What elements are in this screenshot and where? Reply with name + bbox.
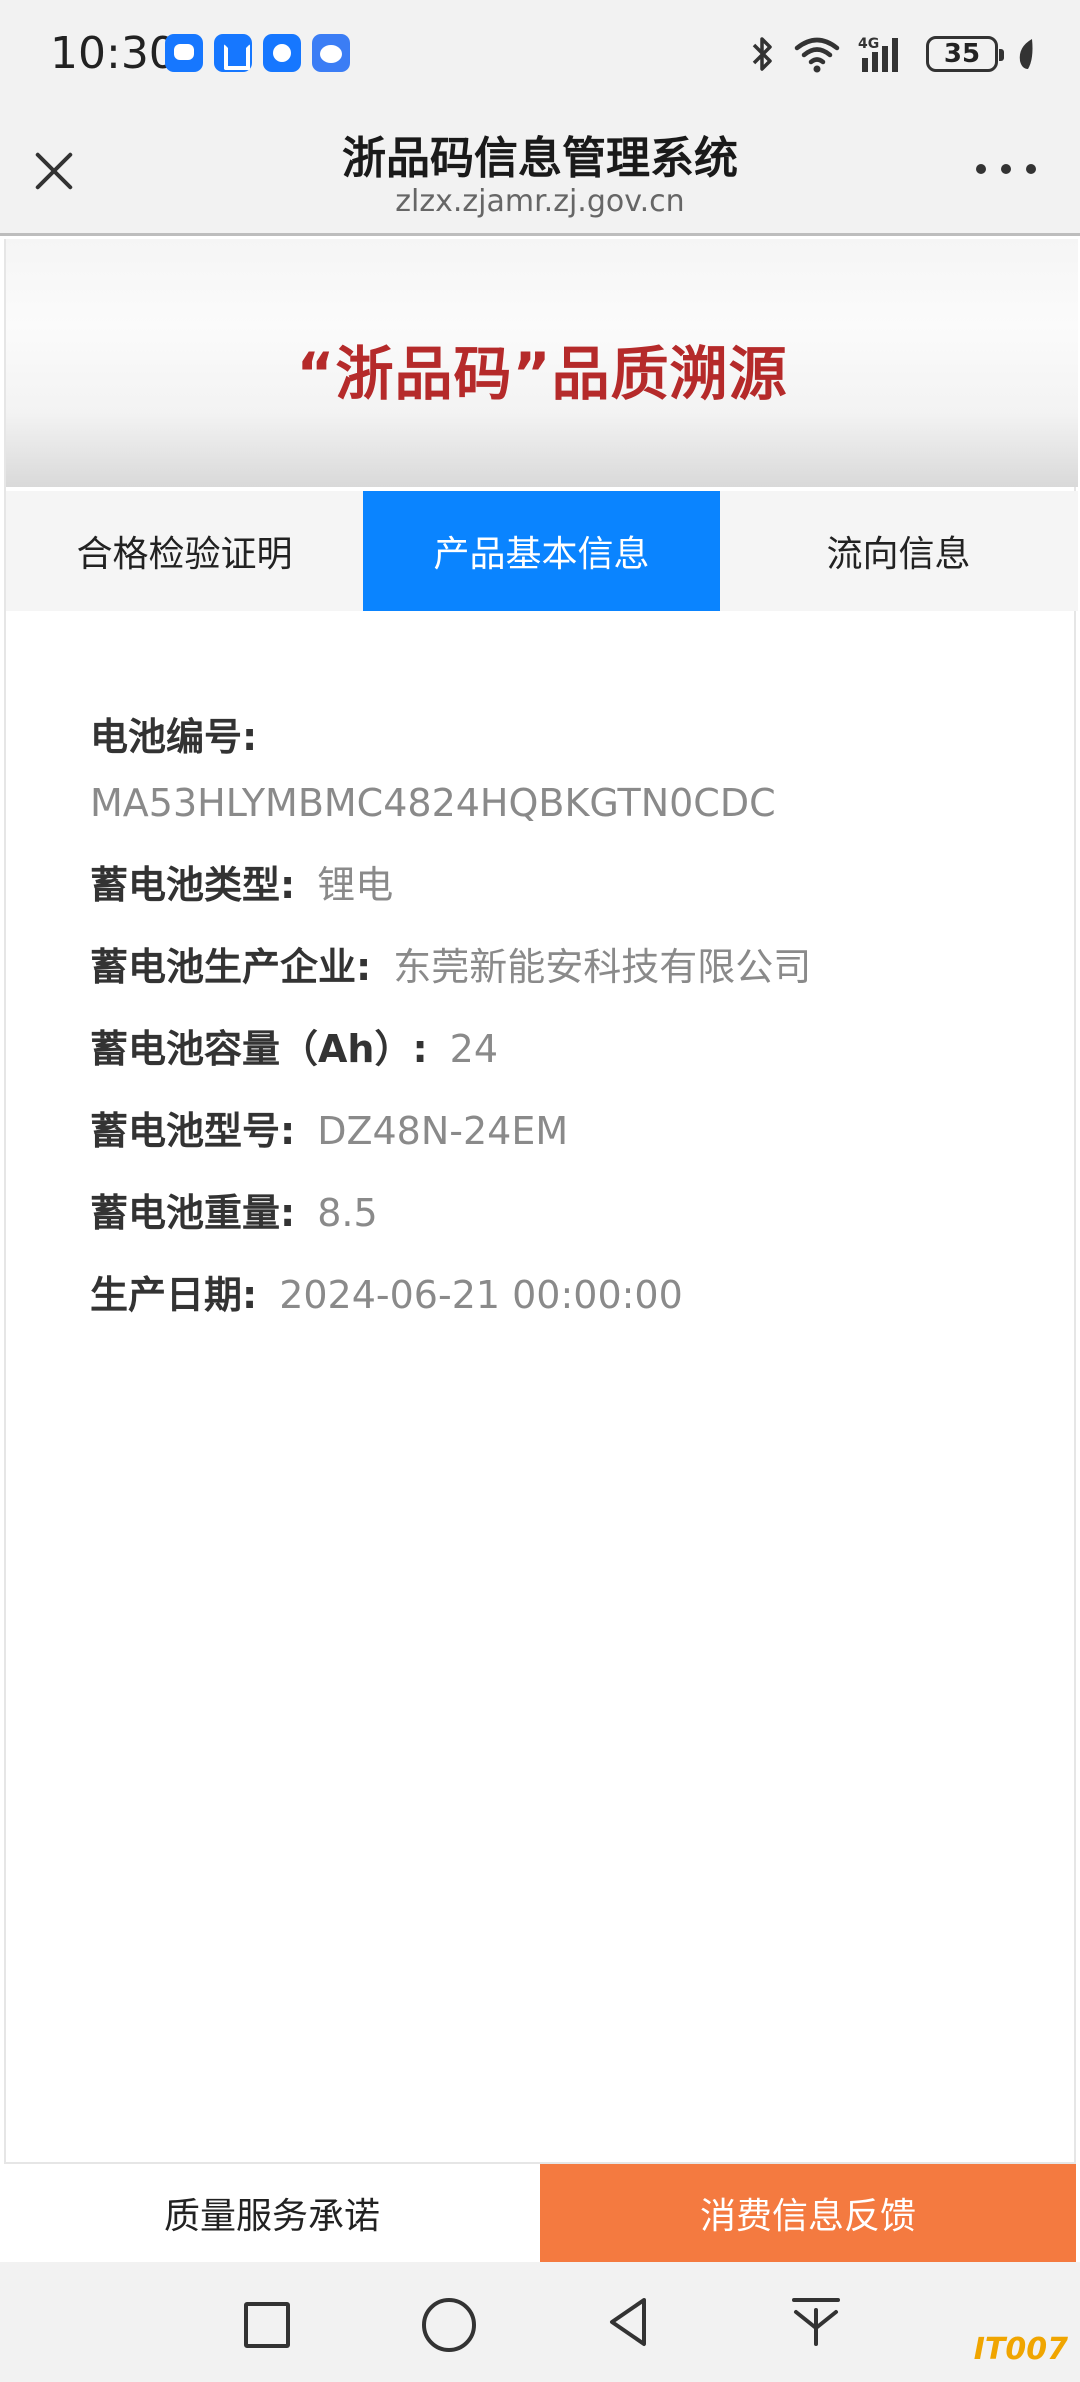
home-icon[interactable] — [416, 2292, 476, 2352]
info-label: 蓄电池类型: — [90, 863, 296, 907]
watermark-logo: IT007 — [973, 2332, 1068, 2367]
info-label: 蓄电池容量（Ah）: — [90, 1027, 428, 1071]
alipay-icon — [214, 34, 252, 72]
banner: “浙品码”品质溯源 — [6, 239, 1078, 487]
back-icon[interactable] — [600, 2292, 660, 2352]
info-value: 24 — [449, 1027, 499, 1071]
info-label: 电池编号: — [90, 715, 258, 759]
battery-icon: 35 — [926, 36, 1004, 72]
banner-title: “浙品码”品质溯源 — [296, 340, 788, 408]
tab-bar: 合格检验证明 产品基本信息 流向信息 — [6, 491, 1078, 611]
browser-header: 浙品码信息管理系统 zlzx.zjamr.zj.gov.cn — [0, 110, 1080, 236]
info-label: 蓄电池生产企业: — [90, 945, 372, 989]
leaf-icon — [1019, 39, 1033, 69]
info-label: 生产日期: — [90, 1273, 258, 1317]
info-value: MA53HLYMBMC4824HQBKGTN0CDC — [90, 781, 776, 825]
info-row-capacity: 蓄电池容量（Ah）: 24 — [90, 1027, 1040, 1071]
wifi-icon — [794, 37, 840, 73]
info-label: 蓄电池重量: — [90, 1191, 296, 1235]
info-value: 东莞新能安科技有限公司 — [393, 945, 812, 989]
message-icon — [165, 34, 203, 72]
more-icon[interactable] — [976, 162, 1036, 176]
product-info: 电池编号: MA53HLYMBMC4824HQBKGTN0CDC 蓄电池类型: 锂… — [90, 715, 1040, 1355]
info-value: 8.5 — [317, 1191, 378, 1235]
info-row-maker: 蓄电池生产企业: 东莞新能安科技有限公司 — [90, 945, 1040, 989]
page-title: 浙品码信息管理系统 — [342, 133, 738, 184]
system-nav-bar: IT007 — [0, 2262, 1080, 2382]
system-icons: 4G 35 — [750, 30, 1036, 78]
collapse-down-icon[interactable] — [786, 2292, 846, 2352]
tab-inspection-certificate[interactable]: 合格检验证明 — [6, 491, 363, 611]
page-url: zlzx.zjamr.zj.gov.cn — [395, 184, 685, 219]
status-time: 10:30 — [50, 28, 177, 79]
consumer-feedback-button[interactable]: 消费信息反馈 — [540, 2164, 1076, 2262]
quality-service-promise-button[interactable]: 质量服务承诺 — [4, 2164, 540, 2262]
info-row-date: 生产日期: 2024-06-21 00:00:00 — [90, 1273, 1040, 1317]
page-content: “浙品码”品质溯源 合格检验证明 产品基本信息 流向信息 电池编号: MA53H… — [4, 239, 1078, 2263]
info-row-weight: 蓄电池重量: 8.5 — [90, 1191, 1040, 1235]
signal-4g-icon: 4G — [858, 36, 898, 72]
info-value: 锂电 — [317, 863, 394, 907]
status-bar: 10:30 4G 35 — [0, 0, 1080, 110]
info-value: DZ48N-24EM — [317, 1109, 569, 1153]
tab-flow-info[interactable]: 流向信息 — [720, 491, 1077, 611]
info-row-battery-number: 电池编号: MA53HLYMBMC4824HQBKGTN0CDC — [90, 715, 1040, 825]
bluetooth-icon — [752, 37, 772, 71]
camera-app-icon — [263, 34, 301, 72]
info-value: 2024-06-21 00:00:00 — [279, 1273, 683, 1317]
info-row-type: 蓄电池类型: 锂电 — [90, 863, 1040, 907]
recent-apps-icon[interactable] — [234, 2292, 294, 2352]
bottom-action-bar: 质量服务承诺 消费信息反馈 — [4, 2162, 1076, 2262]
info-label: 蓄电池型号: — [90, 1109, 296, 1153]
chat-bot-icon — [312, 34, 350, 72]
info-row-model: 蓄电池型号: DZ48N-24EM — [90, 1109, 1040, 1153]
tab-product-basic-info[interactable]: 产品基本信息 — [363, 491, 720, 611]
svg-text:4G: 4G — [858, 36, 879, 52]
